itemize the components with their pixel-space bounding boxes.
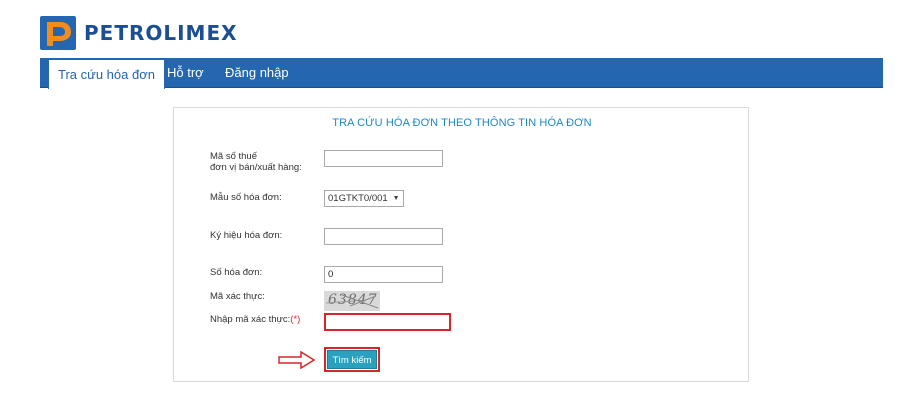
captcha-image: 63847	[324, 291, 380, 311]
invoice-number-input[interactable]	[324, 266, 443, 283]
captcha-input[interactable]	[324, 313, 451, 331]
invoice-number-label: Số hóa đơn:	[210, 267, 263, 278]
tax-code-input[interactable]	[324, 150, 443, 167]
pointer-arrow-icon	[278, 350, 316, 370]
search-button[interactable]: Tìm kiếm	[327, 350, 377, 369]
header: PETROLIMEX	[40, 16, 238, 50]
brand-name: PETROLIMEX	[84, 21, 238, 45]
nav-tab-support[interactable]: Hỗ trợ	[167, 58, 204, 88]
captcha-noise-lines	[325, 294, 379, 309]
nav-tab-invoice-lookup[interactable]: Tra cứu hóa đơn	[48, 59, 165, 89]
captcha-input-label-text: Nhập mã xác thực:	[210, 314, 291, 325]
template-select[interactable]: 01GTKT0/001 ▼	[324, 190, 404, 207]
petrolimex-logo-icon	[40, 16, 76, 50]
nav-tab-login[interactable]: Đăng nhập	[225, 58, 289, 88]
main-navbar: Tra cứu hóa đơn Hỗ trợ Đăng nhập	[40, 58, 883, 89]
tax-code-label-line1: Mã số thuế	[210, 151, 257, 162]
template-select-value: 01GTKT0/001	[328, 193, 388, 204]
tax-code-label-line2: đơn vị bán/xuất hàng:	[210, 162, 302, 173]
tax-code-label: Mã số thuế đơn vị bán/xuất hàng:	[210, 151, 302, 173]
captcha-label: Mã xác thực:	[210, 291, 265, 302]
invoice-lookup-panel: TRA CỨU HÓA ĐƠN THEO THÔNG TIN HÓA ĐƠN M…	[173, 107, 749, 382]
required-mark: (*)	[290, 314, 301, 325]
search-button-highlight: Tìm kiếm	[324, 347, 380, 372]
invoice-symbol-input[interactable]	[324, 228, 443, 245]
captcha-input-label: Nhập mã xác thực:(*)	[210, 314, 300, 325]
dropdown-arrow-icon: ▼	[392, 195, 400, 202]
panel-title: TRA CỨU HÓA ĐƠN THEO THÔNG TIN HÓA ĐƠN	[332, 117, 592, 129]
template-label: Mẫu số hóa đơn:	[210, 192, 282, 203]
symbol-label: Ký hiệu hóa đơn:	[210, 230, 283, 241]
